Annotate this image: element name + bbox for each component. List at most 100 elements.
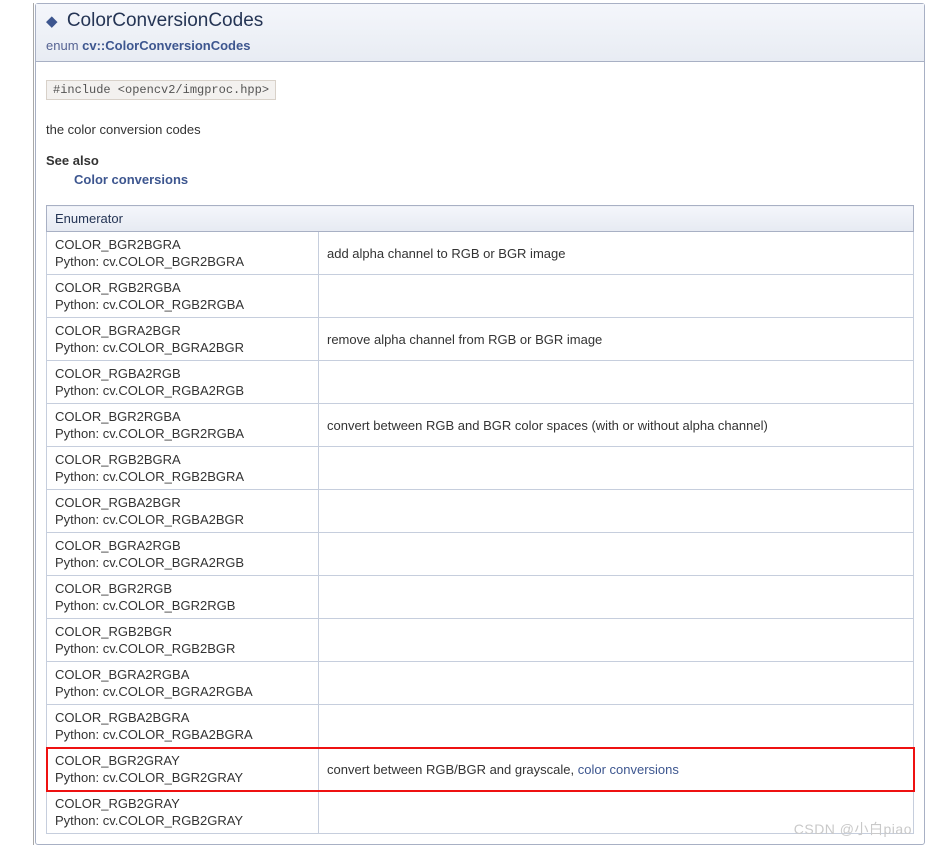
python-name: cv.COLOR_BGRA2RGB bbox=[103, 555, 244, 570]
enum-desc-cell: add alpha channel to RGB or BGR image bbox=[319, 232, 914, 275]
enum-name-cell: COLOR_BGR2RGBPython: cv.COLOR_BGR2RGB bbox=[47, 576, 319, 619]
table-row: COLOR_BGR2RGBPython: cv.COLOR_BGR2RGB bbox=[47, 576, 914, 619]
python-prefix: Python: bbox=[55, 254, 103, 269]
python-name: cv.COLOR_RGBA2BGRA bbox=[103, 727, 253, 742]
enum-desc-cell bbox=[319, 533, 914, 576]
enum-panel: ◆ ColorConversionCodes enum cv::ColorCon… bbox=[35, 3, 925, 845]
python-name: cv.COLOR_BGR2BGRA bbox=[103, 254, 244, 269]
enum-name: COLOR_BGR2RGBA bbox=[55, 409, 310, 424]
enum-name-cell: COLOR_RGB2GRAY Python: cv.COLOR_RGB2GRAY bbox=[47, 791, 319, 834]
python-prefix: Python: bbox=[55, 684, 103, 699]
python-name: cv.COLOR_BGRA2BGR bbox=[103, 340, 244, 355]
enum-python: Python: cv.COLOR_RGB2RGBA bbox=[55, 297, 310, 312]
enum-desc-cell bbox=[319, 576, 914, 619]
enum-desc-cell bbox=[319, 275, 914, 318]
enum-desc-link[interactable]: color conversions bbox=[578, 762, 679, 777]
python-name: cv.COLOR_RGB2BGRA bbox=[103, 469, 244, 484]
table-row: COLOR_RGB2BGR Python: cv.COLOR_RGB2BGR bbox=[47, 619, 914, 662]
table-row: COLOR_BGRA2RGBAPython: cv.COLOR_BGRA2RGB… bbox=[47, 662, 914, 705]
enum-desc-cell: convert between RGB and BGR color spaces… bbox=[319, 404, 914, 447]
enum-name-cell: COLOR_BGRA2RGB Python: cv.COLOR_BGRA2RGB bbox=[47, 533, 319, 576]
python-prefix: Python: bbox=[55, 340, 103, 355]
enum-desc: add alpha channel to RGB or BGR image bbox=[327, 246, 565, 261]
see-also-label: See also bbox=[46, 153, 914, 168]
table-row: COLOR_RGB2BGRAPython: cv.COLOR_RGB2BGRA bbox=[47, 447, 914, 490]
enum-name-cell: COLOR_RGB2RGBAPython: cv.COLOR_RGB2RGBA bbox=[47, 275, 319, 318]
enum-name-cell: COLOR_RGB2BGRAPython: cv.COLOR_RGB2BGRA bbox=[47, 447, 319, 490]
enum-name-cell: COLOR_BGR2GRAY Python: cv.COLOR_BGR2GRAY bbox=[47, 748, 319, 791]
enum-name: COLOR_BGRA2RGBA bbox=[55, 667, 310, 682]
enum-name-cell: COLOR_BGR2BGRA Python: cv.COLOR_BGR2BGRA bbox=[47, 232, 319, 275]
enum-name: COLOR_BGR2GRAY bbox=[55, 753, 310, 768]
enum-python: Python: cv.COLOR_RGBA2BGRA bbox=[55, 727, 310, 742]
enum-python: Python: cv.COLOR_RGBA2RGB bbox=[55, 383, 310, 398]
panel-header: ◆ ColorConversionCodes enum cv::ColorCon… bbox=[36, 4, 924, 62]
see-also-link[interactable]: Color conversions bbox=[74, 172, 188, 187]
table-row: COLOR_BGR2GRAY Python: cv.COLOR_BGR2GRAY c… bbox=[47, 748, 914, 791]
python-prefix: Python: bbox=[55, 297, 103, 312]
python-prefix: Python: bbox=[55, 770, 103, 785]
enum-name: COLOR_RGB2GRAY bbox=[55, 796, 310, 811]
anchor-icon[interactable]: ◆ bbox=[46, 13, 58, 30]
enum-python: Python: cv.COLOR_BGRA2RGB bbox=[55, 555, 310, 570]
title-text: ColorConversionCodes bbox=[67, 10, 263, 31]
left-rule bbox=[33, 3, 34, 845]
enum-python: Python: cv.COLOR_BGR2RGBA bbox=[55, 426, 310, 441]
python-name: cv.COLOR_BGR2GRAY bbox=[103, 770, 243, 785]
enum-desc-cell: remove alpha channel from RGB or BGR ima… bbox=[319, 318, 914, 361]
enum-desc: remove alpha channel from RGB or BGR ima… bbox=[327, 332, 602, 347]
enum-name: COLOR_RGBA2BGR bbox=[55, 495, 310, 510]
enum-name: COLOR_RGB2BGR bbox=[55, 624, 310, 639]
python-name: cv.COLOR_RGBA2RGB bbox=[103, 383, 244, 398]
enum-python: Python: cv.COLOR_RGB2GRAY bbox=[55, 813, 310, 828]
enumerator-table: Enumerator COLOR_BGR2BGRA Python: cv.COLO… bbox=[46, 205, 914, 834]
python-prefix: Python: bbox=[55, 727, 103, 742]
enum-name: COLOR_BGR2BGRA bbox=[55, 237, 310, 252]
enum-name-cell: COLOR_RGBA2RGBPython: cv.COLOR_RGBA2RGB bbox=[47, 361, 319, 404]
enum-desc-cell bbox=[319, 490, 914, 533]
enum-name-cell: COLOR_BGRA2BGR Python: cv.COLOR_BGRA2BGR bbox=[47, 318, 319, 361]
enum-name: COLOR_RGBA2BGRA bbox=[55, 710, 310, 725]
enum-name: COLOR_BGRA2RGB bbox=[55, 538, 310, 553]
enum-python: Python: cv.COLOR_RGB2BGR bbox=[55, 641, 310, 656]
enum-name: COLOR_BGR2RGB bbox=[55, 581, 310, 596]
table-row: COLOR_RGB2RGBAPython: cv.COLOR_RGB2RGBA bbox=[47, 275, 914, 318]
enum-desc-cell bbox=[319, 705, 914, 748]
table-row: COLOR_BGR2BGRA Python: cv.COLOR_BGR2BGRA a… bbox=[47, 232, 914, 275]
table-row: COLOR_BGRA2BGR Python: cv.COLOR_BGRA2BGR r… bbox=[47, 318, 914, 361]
python-prefix: Python: bbox=[55, 555, 103, 570]
panel-title: ◆ ColorConversionCodes bbox=[46, 10, 914, 32]
enum-desc-cell bbox=[319, 447, 914, 490]
python-prefix: Python: bbox=[55, 641, 103, 656]
enum-desc-cell bbox=[319, 361, 914, 404]
python-prefix: Python: bbox=[55, 512, 103, 527]
python-name: cv.COLOR_RGB2GRAY bbox=[103, 813, 243, 828]
enum-python: Python: cv.COLOR_RGBA2BGR bbox=[55, 512, 310, 527]
enum-link[interactable]: cv::ColorConversionCodes bbox=[82, 38, 250, 53]
python-name: cv.COLOR_RGB2BGR bbox=[103, 641, 236, 656]
table-header: Enumerator bbox=[47, 206, 914, 232]
table-row: COLOR_BGR2RGBAPython: cv.COLOR_BGR2RGBAc… bbox=[47, 404, 914, 447]
include-directive: #include <opencv2/imgproc.hpp> bbox=[46, 80, 276, 100]
python-prefix: Python: bbox=[55, 813, 103, 828]
table-row: COLOR_RGBA2BGR Python: cv.COLOR_RGBA2BGR bbox=[47, 490, 914, 533]
see-also-link-wrap: Color conversions bbox=[74, 172, 914, 187]
python-name: cv.COLOR_RGB2RGBA bbox=[103, 297, 244, 312]
table-row: COLOR_RGB2GRAY Python: cv.COLOR_RGB2GRAY bbox=[47, 791, 914, 834]
python-name: cv.COLOR_BGR2RGBA bbox=[103, 426, 244, 441]
enum-name-cell: COLOR_BGR2RGBA Python: cv.COLOR_BGR2RGBA bbox=[47, 404, 319, 447]
enum-desc-cell bbox=[319, 619, 914, 662]
enum-name: COLOR_RGB2BGRA bbox=[55, 452, 310, 467]
enum-python: Python: cv.COLOR_BGRA2BGR bbox=[55, 340, 310, 355]
panel-subtitle: enum cv::ColorConversionCodes bbox=[46, 38, 914, 53]
enum-name-cell: COLOR_BGRA2RGBAPython: cv.COLOR_BGRA2RGB… bbox=[47, 662, 319, 705]
table-row: COLOR_BGRA2RGB Python: cv.COLOR_BGRA2RGB bbox=[47, 533, 914, 576]
enum-desc: convert between RGB/BGR and grayscale, bbox=[327, 762, 578, 777]
python-prefix: Python: bbox=[55, 426, 103, 441]
enum-desc-cell: convert between RGB/BGR and grayscale, c… bbox=[319, 748, 914, 791]
enum-name: COLOR_BGRA2BGR bbox=[55, 323, 310, 338]
enum-desc: convert between RGB and BGR color spaces… bbox=[327, 418, 768, 433]
enum-name-cell: COLOR_RGBA2BGR Python: cv.COLOR_RGBA2BGR bbox=[47, 490, 319, 533]
python-prefix: Python: bbox=[55, 383, 103, 398]
intro-text: the color conversion codes bbox=[46, 122, 914, 137]
